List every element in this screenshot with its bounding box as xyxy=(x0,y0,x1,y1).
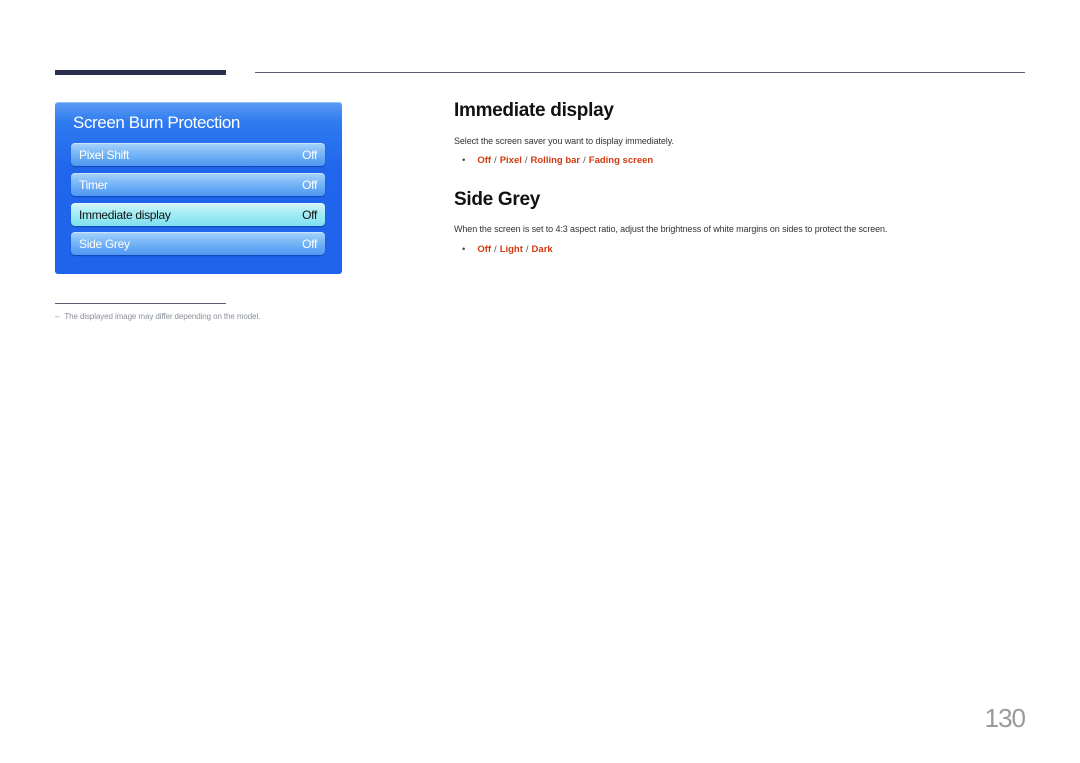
osd-menu-screen-burn-protection: Screen Burn Protection Pixel Shift Off T… xyxy=(55,102,342,274)
osd-menu-title: Screen Burn Protection xyxy=(73,113,240,132)
osd-item-label: Immediate display xyxy=(79,207,171,222)
option-list-side-grey: • Off / Light / Dark xyxy=(462,244,553,255)
osd-item-label: Timer xyxy=(79,177,108,192)
osd-item-immediate-display[interactable]: Immediate display Off xyxy=(71,203,325,226)
osd-item-timer[interactable]: Timer Off xyxy=(71,173,325,196)
option-list-immediate-display: • Off / Pixel / Rolling bar / Fading screen xyxy=(462,155,653,166)
bullet: • xyxy=(462,244,466,255)
osd-item-side-grey[interactable]: Side Grey Off xyxy=(71,232,325,255)
option-off: Off xyxy=(477,155,492,166)
osd-item-value: Off xyxy=(302,177,317,192)
section-heading-side-grey: Side Grey xyxy=(454,189,541,210)
osd-item-value: Off xyxy=(302,207,317,222)
footnote-text: The displayed image may differ depending… xyxy=(64,312,261,321)
separator: / xyxy=(494,155,497,166)
option-pixel: Pixel xyxy=(499,155,522,166)
osd-item-value: Off xyxy=(302,236,317,251)
osd-item-label: Side Grey xyxy=(79,236,130,251)
header-bar-thick xyxy=(55,70,226,75)
footnote-rule xyxy=(55,303,226,304)
osd-item-value: Off xyxy=(302,147,317,162)
option-off: Off xyxy=(477,244,492,255)
section-description-side-grey: When the screen is set to 4:3 aspect rat… xyxy=(454,224,888,234)
separator: / xyxy=(583,155,586,166)
header-rule xyxy=(255,72,1025,73)
separator: / xyxy=(494,244,497,255)
option-dark: Dark xyxy=(531,244,553,255)
osd-item-pixel-shift[interactable]: Pixel Shift Off xyxy=(71,143,325,166)
section-heading-immediate-display: Immediate display xyxy=(454,100,614,121)
option-fading-screen: Fading screen xyxy=(588,155,654,166)
footnote-dash: – xyxy=(55,312,60,321)
separator: / xyxy=(525,244,529,255)
footnote: – The displayed image may differ dependin… xyxy=(55,312,260,321)
page-number: 130 xyxy=(984,703,1026,733)
separator: / xyxy=(524,155,528,166)
option-rolling-bar: Rolling bar xyxy=(530,155,581,166)
option-light: Light xyxy=(499,244,523,255)
section-description-immediate-display: Select the screen saver you want to disp… xyxy=(454,136,674,146)
osd-item-label: Pixel Shift xyxy=(79,147,130,162)
bullet: • xyxy=(462,155,466,166)
